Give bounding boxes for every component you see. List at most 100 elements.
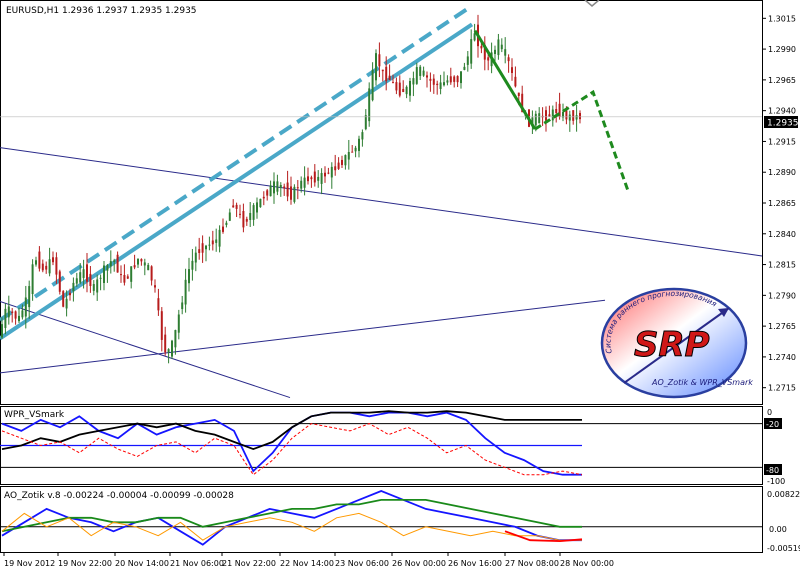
candle-body (548, 114, 551, 117)
candle-body (419, 66, 422, 76)
time-tick-label: 20 Nov 14:00 (115, 559, 169, 568)
candle-body (266, 190, 269, 196)
candle-body (572, 110, 575, 121)
time-tick-label: 22 Nov 14:00 (280, 559, 334, 568)
time-tick-label: 26 Nov 16:00 (448, 559, 502, 568)
candle-body (150, 266, 153, 281)
candle-body (259, 198, 262, 208)
candle-body (7, 306, 10, 318)
candle-body (252, 205, 255, 220)
candle-body (480, 46, 483, 49)
candle-body (568, 114, 571, 121)
candle-body (249, 213, 252, 220)
candle-body (82, 269, 85, 278)
candle-body (409, 81, 411, 96)
candle-body (276, 181, 279, 192)
wpr-tick-80: -80 (766, 466, 779, 475)
candle-body (38, 251, 41, 269)
wpr-tick-20: -20 (766, 420, 779, 429)
time-tick-label: 27 Nov 08:00 (505, 559, 559, 568)
price-tick-label: 1.2715 (768, 384, 796, 393)
candle-body (52, 257, 54, 263)
candle-body (436, 83, 439, 86)
candle-body (347, 152, 350, 160)
candle-body (140, 259, 143, 262)
candle-body (239, 213, 241, 215)
candle-body (167, 349, 170, 353)
candle-body (565, 110, 568, 120)
candle-body (545, 110, 547, 121)
candle-body (58, 271, 61, 292)
chart-window: 1.3015 1.2990 1.2965 1.2940 1.2915 1.2890 1.28… (0, 0, 800, 572)
candle-body (123, 274, 126, 283)
candle-body (334, 166, 337, 171)
candle-body (330, 166, 333, 178)
price-tick-label: 1.2915 (768, 137, 796, 146)
candle-body (579, 112, 581, 120)
candle-body (69, 292, 71, 296)
candle-body (109, 261, 112, 267)
candle-body (327, 172, 330, 174)
price-tick-label: 1.2965 (768, 76, 796, 85)
candle-body (385, 66, 388, 82)
candle-body (341, 159, 343, 165)
candle-body (137, 258, 139, 265)
price-tick-label: 1.2840 (768, 230, 796, 239)
candle-body (181, 302, 184, 310)
candle-body (286, 182, 289, 197)
candle-body (235, 204, 238, 209)
candle-body (147, 264, 150, 271)
candle-body (194, 252, 197, 263)
candle-body (283, 186, 286, 189)
candle-body (232, 205, 235, 208)
candle-body (45, 265, 48, 270)
candle-body (402, 88, 405, 92)
candle-body (313, 171, 316, 183)
candle-body (188, 269, 190, 284)
candle-body (405, 86, 408, 95)
time-tick-label: 21 Nov 06:00 (170, 559, 224, 568)
price-tick-label: 1.2765 (768, 322, 796, 331)
time-tick-label: 21 Nov 22:00 (222, 559, 276, 568)
candle-body (303, 177, 306, 188)
candle-body (317, 176, 320, 181)
candle-body (41, 263, 44, 271)
candle-body (432, 78, 435, 85)
candle-body (320, 173, 323, 184)
candle-body (381, 69, 384, 72)
candle-body (35, 260, 37, 265)
candle-body (514, 76, 517, 87)
candle-body (453, 76, 456, 82)
candle-body (371, 69, 374, 101)
candle-body (494, 49, 496, 54)
candle-body (500, 44, 503, 50)
time-tick-label: 26 Nov 00:00 (392, 559, 446, 568)
candle-body (368, 88, 371, 122)
candle-body (378, 54, 381, 67)
price-tick-label: 1.2940 (768, 107, 796, 116)
logo-letters: SRP (634, 325, 710, 365)
candle-body (72, 282, 75, 292)
candle-body (324, 172, 326, 177)
candle-body (130, 266, 133, 282)
candle-body (290, 186, 292, 200)
time-tick-label: 23 Nov 06:00 (335, 559, 389, 568)
candle-body (375, 53, 377, 81)
candle-body (160, 311, 163, 340)
candle-body (398, 82, 401, 96)
candle-body (28, 286, 31, 308)
candle-body (426, 75, 428, 78)
candle-body (555, 108, 558, 114)
candle-body (245, 218, 248, 222)
candle-body (154, 285, 156, 288)
candle-body (551, 109, 554, 121)
ao-tick-bottom: -0.00519 (767, 544, 800, 553)
candle-body (415, 67, 418, 84)
time-tick-label: 19 Nov 22:00 (58, 559, 112, 568)
mt4-chart: 1.3015 1.2990 1.2965 1.2940 1.2915 1.2890 1.28… (0, 0, 800, 568)
candle-body (351, 151, 354, 153)
time-tick-label: 19 Nov 2012 (4, 559, 55, 568)
candle-body (96, 279, 99, 293)
candle-body (422, 70, 425, 76)
candle-body (133, 265, 136, 268)
